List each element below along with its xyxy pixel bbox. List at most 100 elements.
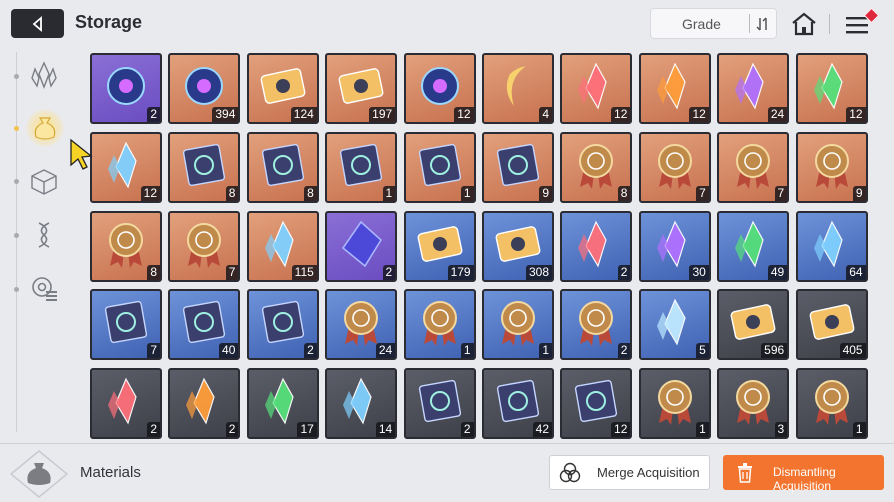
item-count: 14	[375, 422, 396, 438]
item-slot[interactable]: 8	[246, 131, 319, 203]
item-count: 12	[846, 107, 866, 122]
item-count: 8	[617, 185, 631, 201]
gear-list-icon	[32, 277, 57, 301]
home-icon[interactable]	[790, 10, 818, 38]
item-slot[interactable]: 5	[638, 289, 711, 361]
item-slot[interactable]: 7	[90, 289, 162, 361]
item-slot[interactable]: 2	[168, 368, 241, 440]
item-count: 7	[147, 343, 160, 359]
blue-crystal-icon	[108, 141, 137, 189]
eye-book-icon	[340, 143, 383, 186]
item-slot[interactable]: 12	[90, 131, 162, 203]
item-slot[interactable]: 40	[168, 289, 241, 361]
item-slot[interactable]: 1	[403, 289, 476, 361]
star-book-icon	[496, 143, 540, 186]
dismantle-label: Dismantling Acquisition	[773, 465, 836, 493]
item-slot[interactable]: 24	[325, 289, 398, 361]
item-slot[interactable]: 2	[246, 289, 319, 361]
sidebar-rail	[16, 52, 17, 432]
green-shard-icon	[735, 220, 764, 268]
category-modules[interactable]	[27, 271, 61, 305]
sort-order-icon[interactable]	[753, 14, 773, 34]
item-slot[interactable]: 49	[717, 210, 790, 282]
item-slot[interactable]: 12	[638, 53, 711, 124]
item-slot[interactable]: 12	[795, 53, 868, 124]
item-slot[interactable]: 394	[168, 53, 241, 124]
item-slot[interactable]: 115	[246, 210, 319, 282]
item-slot[interactable]: 14	[325, 368, 398, 440]
item-slot[interactable]: 308	[482, 210, 554, 282]
eye-card-icon	[107, 67, 145, 105]
sort-dropdown[interactable]: Grade	[650, 8, 777, 39]
item-count: 49	[767, 264, 788, 280]
item-slot[interactable]: 197	[325, 53, 398, 124]
item-slot[interactable]: 12	[403, 53, 476, 124]
item-count: 1	[460, 185, 474, 201]
target-badge-icon	[422, 301, 457, 347]
item-slot[interactable]: 1	[482, 289, 554, 361]
item-slot[interactable]: 8	[560, 131, 633, 203]
item-slot[interactable]: 179	[403, 210, 476, 282]
item-count: 24	[767, 107, 788, 122]
item-slot[interactable]: 12	[560, 368, 633, 440]
sort-label: Grade	[682, 16, 721, 32]
item-slot[interactable]: 405	[795, 289, 868, 361]
item-slot[interactable]: 8	[90, 210, 162, 282]
item-count: 9	[539, 185, 552, 201]
item-slot[interactable]: 2	[560, 289, 633, 361]
item-slot[interactable]: 8	[168, 131, 241, 203]
cube-icon	[31, 169, 57, 195]
item-slot[interactable]: 3	[717, 368, 790, 440]
item-slot[interactable]: 1	[795, 368, 868, 440]
dismantling-acquisition-button[interactable]: Dismantling Acquisition	[723, 455, 884, 493]
item-slot[interactable]: 2	[325, 210, 398, 282]
shield-scroll-icon	[418, 380, 461, 423]
item-count: 2	[617, 264, 631, 280]
item-slot[interactable]: 9	[795, 131, 868, 203]
item-slot[interactable]: 7	[717, 131, 790, 203]
item-count: 24	[375, 343, 396, 359]
item-slot[interactable]: 2	[90, 368, 162, 440]
item-slot[interactable]: 17	[246, 368, 319, 440]
item-slot[interactable]: 1	[638, 368, 711, 440]
item-count: 9	[852, 185, 866, 201]
dna-icon	[38, 222, 50, 248]
orange-stone-icon	[186, 377, 216, 425]
item-slot[interactable]: 30	[638, 210, 711, 282]
item-slot[interactable]: 4	[482, 53, 554, 124]
back-button[interactable]	[11, 9, 64, 38]
item-count: 12	[611, 422, 631, 438]
category-genes[interactable]	[27, 218, 61, 252]
item-slot[interactable]: 9	[482, 131, 554, 203]
item-slot[interactable]: 7	[168, 210, 241, 282]
item-slot[interactable]: 1	[403, 131, 476, 203]
shield-badge-icon	[344, 301, 379, 347]
item-slot[interactable]: 2	[560, 210, 633, 282]
item-count: 12	[454, 107, 474, 122]
item-slot[interactable]: 24	[717, 53, 790, 124]
category-blocks[interactable]	[27, 165, 61, 199]
item-count: 1	[382, 185, 396, 201]
merge-acquisition-button[interactable]: Merge Acquisition	[549, 455, 710, 490]
item-slot[interactable]: 596	[717, 289, 790, 361]
item-slot[interactable]: 2	[403, 368, 476, 440]
item-slot[interactable]: 42	[482, 368, 554, 440]
item-slot[interactable]: 12	[560, 53, 633, 124]
item-slot[interactable]: 64	[795, 210, 868, 282]
category-materials[interactable]	[25, 108, 65, 148]
merge-label: Merge Acquisition	[597, 465, 700, 480]
category-crystals[interactable]	[27, 58, 61, 92]
item-count: 12	[689, 107, 709, 122]
rail-dot	[14, 287, 19, 292]
item-count: 2	[147, 422, 160, 438]
item-slot[interactable]: 124	[246, 53, 319, 124]
square-medal-icon	[736, 143, 771, 189]
item-count: 394	[212, 107, 239, 122]
material-bag-icon	[10, 450, 68, 498]
item-slot[interactable]: 7	[638, 131, 711, 203]
item-count: 197	[369, 107, 396, 122]
item-slot[interactable]: 2	[90, 53, 162, 124]
target-medal-icon	[187, 222, 222, 268]
item-slot[interactable]: 1	[325, 131, 398, 203]
sword-badge-icon	[579, 301, 614, 347]
